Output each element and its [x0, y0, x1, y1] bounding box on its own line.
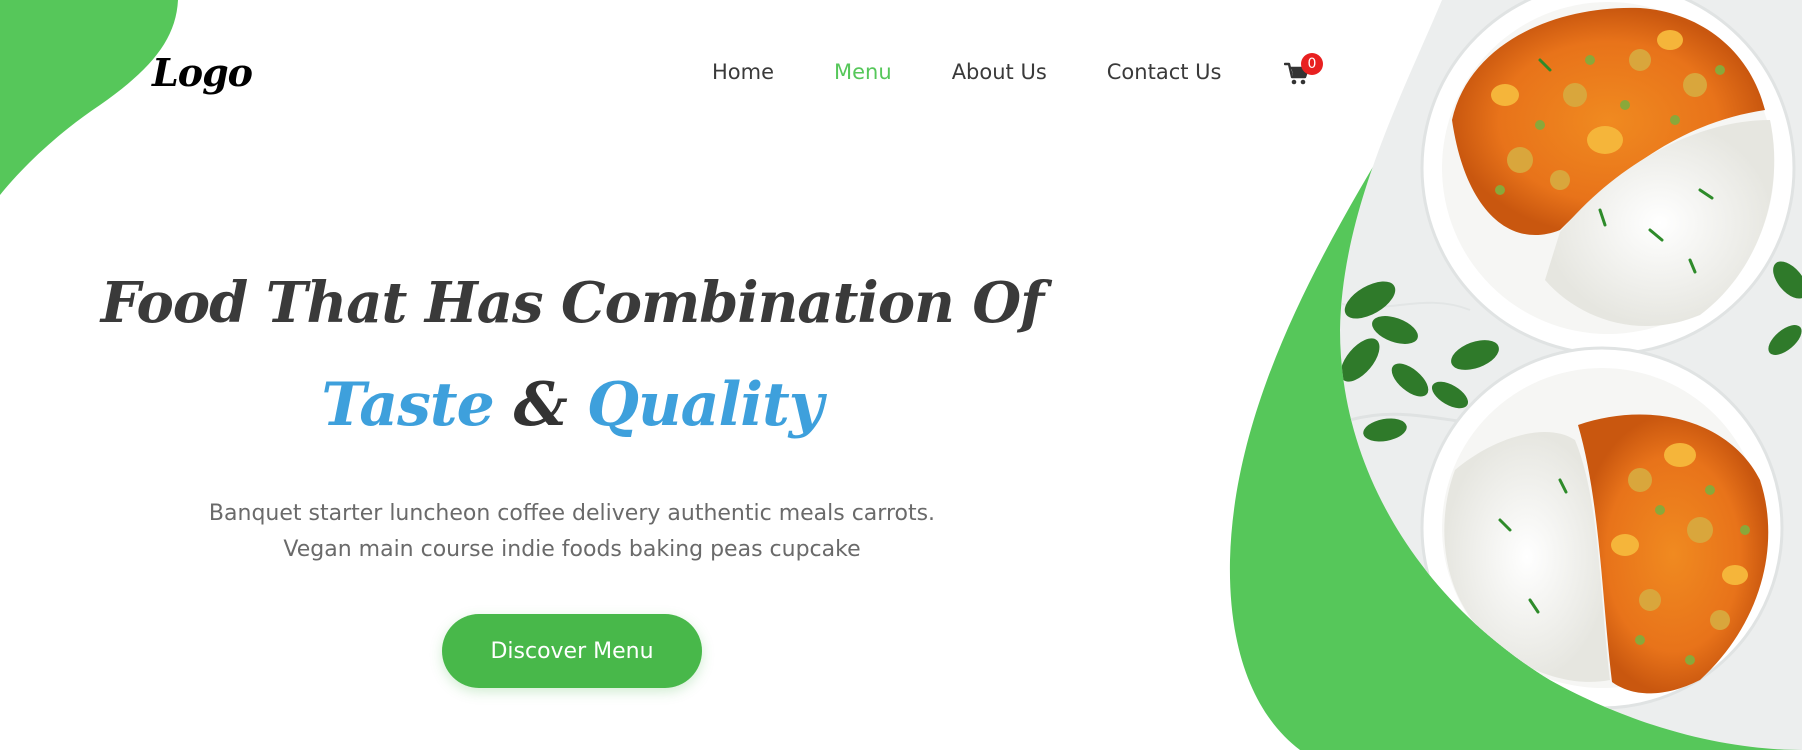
hero-description-line-2: Vegan main course indie foods baking pea…	[283, 537, 861, 562]
cart-button[interactable]: 0	[1283, 53, 1323, 92]
nav-item-menu[interactable]: Menu	[834, 60, 892, 84]
landing-page: Logo Home Menu About Us Contact Us 0 Foo…	[0, 0, 1802, 750]
main-nav: Home Menu About Us Contact Us	[712, 60, 1281, 84]
hero-title: Food That Has Combination Of	[100, 270, 1044, 336]
hero-highlight-taste: Taste	[321, 370, 494, 440]
hero-description-line-1: Banquet starter luncheon coffee delivery…	[208, 501, 936, 526]
nav-item-about-us[interactable]: About Us	[952, 60, 1047, 84]
discover-menu-button[interactable]: Discover Menu	[442, 614, 702, 688]
hero-subtitle: Taste & Quality	[80, 370, 1064, 440]
nav-item-home[interactable]: Home	[712, 60, 774, 84]
hero-description: Banquet starter luncheon coffee delivery…	[80, 496, 1064, 568]
cart-count-badge: 0	[1301, 53, 1323, 75]
logo[interactable]: Logo	[152, 50, 253, 95]
hero-highlight-quality: Quality	[586, 370, 824, 440]
nav-item-contact-us[interactable]: Contact Us	[1107, 60, 1222, 84]
hero-ampersand: &	[513, 370, 568, 440]
